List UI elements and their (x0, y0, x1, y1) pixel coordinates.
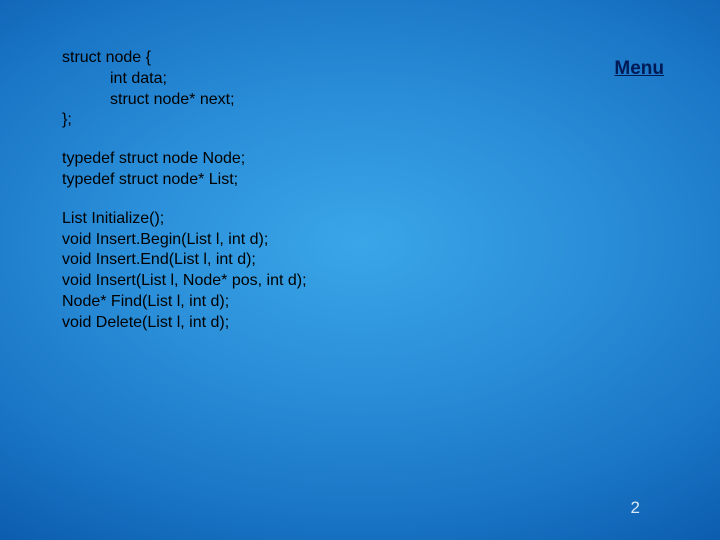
page-number: 2 (631, 498, 640, 518)
code-line: struct node* next; (62, 90, 307, 111)
code-line: typedef struct node* List; (62, 170, 307, 191)
code-line: int data; (62, 69, 307, 90)
code-line: void Delete(List l, int d); (62, 313, 307, 334)
code-line: typedef struct node Node; (62, 149, 307, 170)
code-line: }; (62, 110, 307, 131)
code-line: void Insert.End(List l, int d); (62, 250, 307, 271)
functions-block: List Initialize(); void Insert.Begin(Lis… (62, 209, 307, 334)
code-line: struct node { (62, 48, 307, 69)
code-line: void Insert.Begin(List l, int d); (62, 230, 307, 251)
typedef-block: typedef struct node Node; typedef struct… (62, 149, 307, 191)
code-line: List Initialize(); (62, 209, 307, 230)
menu-link[interactable]: Menu (614, 58, 664, 80)
code-content: struct node { int data; struct node* nex… (62, 48, 307, 352)
code-line: void Insert(List l, Node* pos, int d); (62, 271, 307, 292)
struct-block: struct node { int data; struct node* nex… (62, 48, 307, 131)
code-line: Node* Find(List l, int d); (62, 292, 307, 313)
